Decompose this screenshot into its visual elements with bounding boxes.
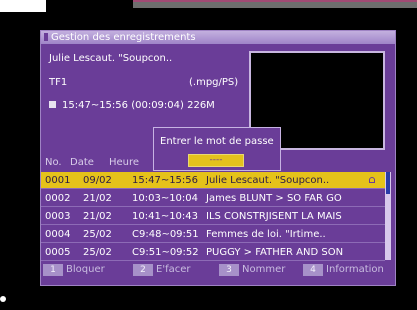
key-1-badge: 1 <box>43 264 63 276</box>
row-no: 0005 <box>45 247 71 258</box>
list-scrollbar[interactable] <box>385 172 391 260</box>
nommer-label: Nommer <box>242 264 286 275</box>
lock-icon <box>369 177 375 183</box>
effacer-button[interactable]: 2 E'facer <box>133 263 190 277</box>
time-size-text: 15:47~15:56 (00:09:04) 226M <box>62 100 215 111</box>
row-no: 0003 <box>45 211 71 222</box>
row-title: ILS CONSTRJISENT LA MAIS <box>206 211 342 222</box>
effacer-label: E'facer <box>156 264 191 275</box>
row-title: Julie Lescaut. "Soupcon.. <box>206 175 330 186</box>
header-no: No. <box>45 157 62 168</box>
key-2-badge: 2 <box>133 264 153 276</box>
channel-name: TF1 <box>49 77 68 88</box>
header-date: Date <box>70 157 94 168</box>
password-prompt: Entrer le mot de passe <box>160 136 274 147</box>
recordings-screen: Gestion des enregistrements Julie Lescau… <box>40 30 396 286</box>
top-grey-bar <box>133 0 417 8</box>
program-title: Julie Lescaut. "Soupcon.. <box>49 53 173 64</box>
table-row[interactable]: 0005 25/02 C9:51~09:52 PUGGY > FATHER AN… <box>41 244 385 261</box>
scrollbar-thumb[interactable] <box>386 172 390 194</box>
corner-dot <box>0 296 6 302</box>
row-time: 10:41~10:43 <box>132 211 199 222</box>
table-row[interactable]: 0002 21/02 10:03~10:04 James BLUNT > SO … <box>41 190 385 207</box>
row-time: C9:51~09:52 <box>132 247 199 258</box>
information-label: Information <box>326 264 384 275</box>
row-no: 0002 <box>45 193 71 204</box>
bloquer-button[interactable]: 1 Bloquer <box>43 263 105 277</box>
row-no: 0004 <box>45 229 71 240</box>
password-input[interactable]: ---- <box>188 154 244 167</box>
row-title: PUGGY > FATHER AND SON <box>206 247 344 258</box>
table-row[interactable]: 0003 21/02 10:41~10:43 ILS CONSTRJISENT … <box>41 208 385 225</box>
function-key-bar: 1 Bloquer 2 E'facer 3 Nommer 4 Information <box>41 263 395 277</box>
row-title: Femmes de loi. "Irtime.. <box>206 229 326 240</box>
row-date: 25/02 <box>83 247 112 258</box>
row-date: 25/02 <box>83 229 112 240</box>
row-title: James BLUNT > SO FAR GO <box>206 193 342 204</box>
bloquer-label: Bloquer <box>66 264 105 275</box>
time-size-info: 15:47~15:56 (00:09:04) 226M <box>49 100 215 111</box>
file-format: (.mpg/PS) <box>189 77 239 88</box>
top-white-strip <box>0 0 46 12</box>
information-button[interactable]: 4 Information <box>303 263 384 277</box>
title-marker-icon <box>44 33 48 41</box>
row-no: 0001 <box>45 175 71 186</box>
key-4-badge: 4 <box>303 264 323 276</box>
table-row[interactable]: 0004 25/02 C9:48~09:51 Femmes de loi. "I… <box>41 226 385 243</box>
row-time: 15:47~15:56 <box>132 175 199 186</box>
window-title: Gestion des enregistrements <box>51 32 196 43</box>
row-time: 10:03~10:04 <box>132 193 199 204</box>
password-dialog: Entrer le mot de passe ---- <box>153 127 281 171</box>
nommer-button[interactable]: 3 Nommer <box>219 263 285 277</box>
row-date: 21/02 <box>83 193 112 204</box>
row-date: 09/02 <box>83 175 112 186</box>
table-row[interactable]: 0001 09/02 15:47~15:56 Julie Lescaut. "S… <box>41 172 385 189</box>
header-heure: Heure <box>109 157 140 168</box>
title-bar: Gestion des enregistrements <box>41 31 395 44</box>
square-bullet-icon <box>49 101 56 108</box>
row-date: 21/02 <box>83 211 112 222</box>
key-3-badge: 3 <box>219 264 239 276</box>
row-time: C9:48~09:51 <box>132 229 199 240</box>
